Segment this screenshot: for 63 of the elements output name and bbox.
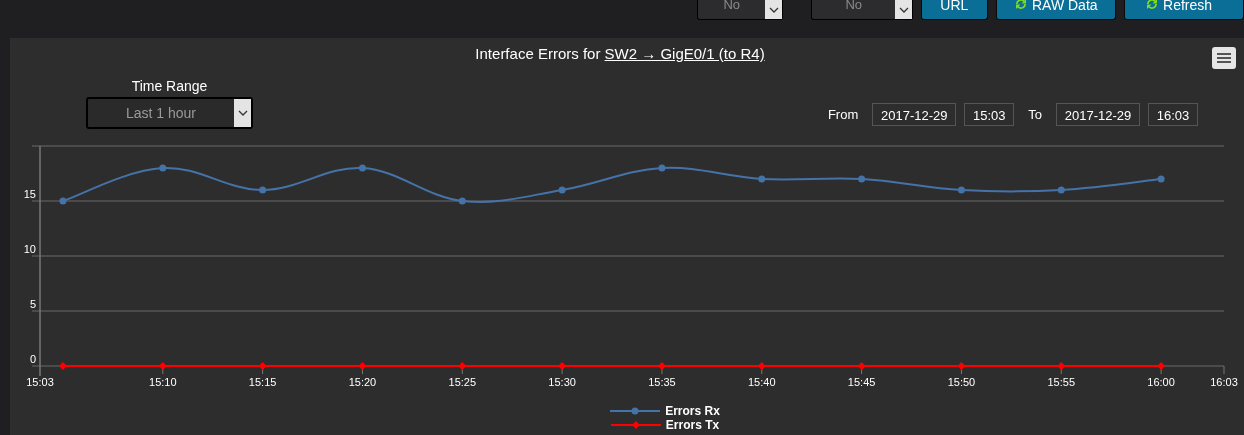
x-axis-label: 15:50 (947, 376, 976, 388)
to-time-field[interactable]: 16:03 (1148, 103, 1198, 126)
point (458, 197, 466, 205)
legend-item[interactable]: Errors Rx (610, 404, 720, 418)
device-link[interactable]: SW2 → GigE0/1 (to R4) (604, 44, 765, 62)
point (957, 186, 965, 194)
point (658, 164, 666, 172)
toolbar-button[interactable]: URL (921, 0, 988, 20)
x-axis-label: 15:20 (348, 376, 377, 388)
x-axis-label: 16:03 (1210, 376, 1238, 388)
point (1057, 362, 1066, 370)
select-field[interactable]: No (697, 0, 784, 20)
chevron-down-icon (237, 110, 248, 116)
time-range-select[interactable]: Last 1 hour (86, 97, 253, 129)
legend-marker-icon (610, 421, 661, 429)
from-label: From (827, 107, 859, 122)
point (258, 362, 267, 370)
point (59, 197, 67, 205)
point (957, 362, 966, 370)
y-axis-label: 5 (29, 298, 36, 310)
x-axis-label: 15:30 (548, 376, 576, 388)
refresh-icon (1145, 0, 1159, 11)
to-date-field[interactable]: 2017-12-29 (1056, 103, 1140, 126)
point (558, 186, 566, 194)
x-axis-label: 15:10 (149, 376, 177, 388)
to-label: To (1028, 107, 1042, 122)
menu-icon[interactable] (1212, 47, 1236, 69)
x-axis-label: 15:25 (448, 376, 477, 388)
legend-item[interactable]: Errors Tx (610, 418, 720, 432)
select-field[interactable]: No (811, 0, 914, 20)
time-range-label: Time Range (131, 78, 208, 94)
point (159, 164, 167, 172)
y-axis-label: 15 (23, 188, 36, 200)
point (1057, 186, 1065, 194)
x-axis-label: 15:40 (748, 376, 776, 388)
point (758, 175, 766, 183)
chevron-down-icon (768, 6, 779, 13)
point (458, 362, 467, 370)
point (857, 362, 866, 370)
from-date-field[interactable]: 2017-12-29 (872, 103, 957, 126)
refresh-icon (1013, 0, 1028, 11)
x-axis-label: 16:00 (1147, 376, 1175, 388)
point (259, 186, 267, 194)
chart-title: Interface Errors for SW2 → GigE0/1 (to R4) (475, 44, 765, 62)
x-axis-label: 15:35 (648, 376, 676, 388)
x-axis-label: 15:15 (248, 376, 277, 388)
y-axis-label: 10 (23, 243, 36, 255)
point (757, 362, 766, 370)
legend-marker-icon (610, 407, 661, 415)
point (1157, 362, 1166, 370)
chevron-down-icon (898, 6, 909, 13)
x-axis-label: 15:03 (26, 376, 54, 388)
x-axis-label: 15:55 (1047, 376, 1076, 388)
point (58, 362, 67, 370)
point (1157, 175, 1165, 183)
from-time-field[interactable]: 15:03 (964, 103, 1015, 126)
point (858, 175, 866, 183)
toolbar-button[interactable]: RAW Data (995, 0, 1116, 20)
y-axis-label: 0 (29, 353, 36, 365)
toolbar-button[interactable]: Refresh (1124, 0, 1244, 20)
x-axis-label: 15:45 (847, 376, 876, 388)
point (358, 164, 366, 172)
point (358, 362, 367, 370)
